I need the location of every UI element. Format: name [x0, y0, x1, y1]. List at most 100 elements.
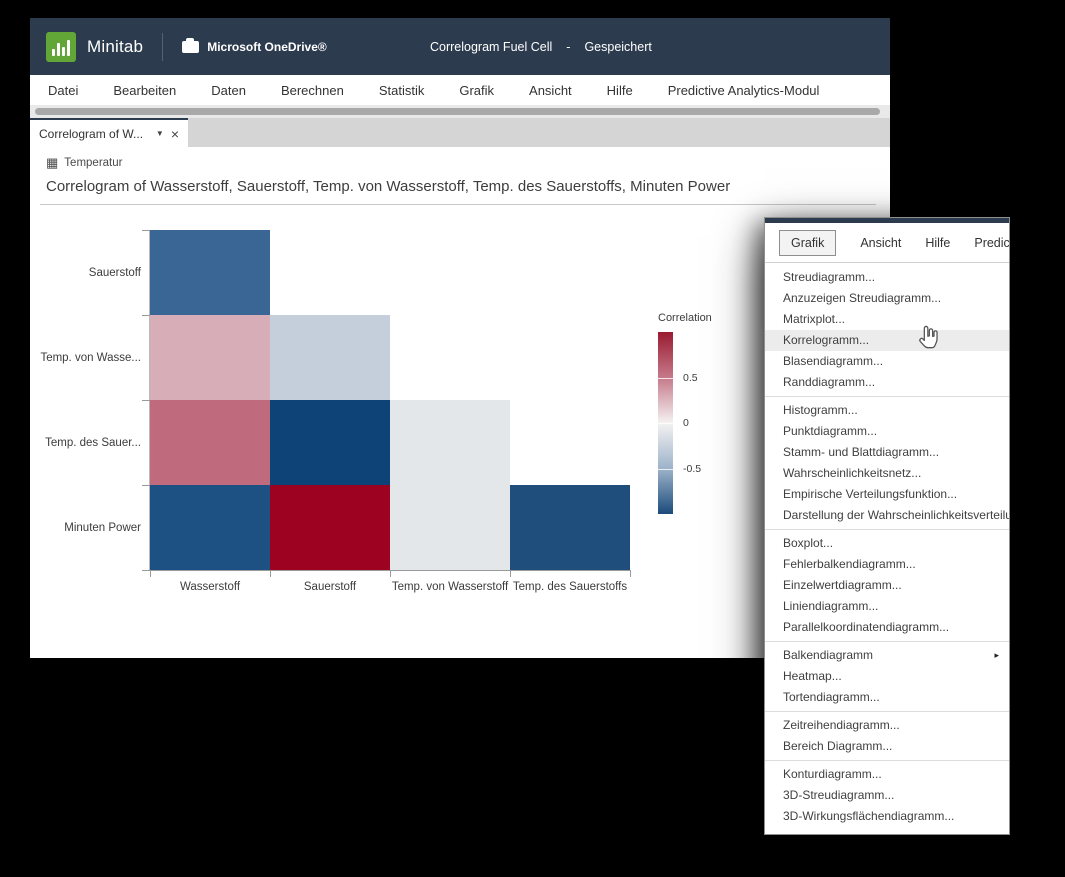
menu-item-tortendiagramm[interactable]: Tortendiagramm... [765, 687, 1009, 708]
menu-item-streudiagramm[interactable]: Streudiagramm... [765, 267, 1009, 288]
storage-label: Microsoft OneDrive® [207, 40, 327, 54]
menu-item-empirische-verteilungsfunktion[interactable]: Empirische Verteilungsfunktion... [765, 484, 1009, 505]
hand-cursor-icon [915, 324, 943, 352]
menubar-item-hilfe[interactable]: Hilfe [607, 83, 633, 98]
chevron-down-icon[interactable]: ▼ [156, 129, 164, 138]
document-name: Correlogram Fuel Cell [430, 40, 552, 54]
menu-item-blasendiagramm[interactable]: Blasendiagramm... [765, 351, 1009, 372]
chart-title: Correlogram of Wasserstoff, Sauerstoff, … [46, 178, 890, 195]
save-status: Gespeichert [584, 40, 651, 54]
menu-item-3d-streudiagramm[interactable]: 3D-Streudiagramm... [765, 785, 1009, 806]
x-axis-tick [510, 571, 511, 577]
menu-item-parallelkoordinatendiagramm[interactable]: Parallelkoordinatendiagramm... [765, 617, 1009, 638]
app-header: Minitab Microsoft OneDrive® Correlogram … [30, 18, 890, 75]
overlay-menubar-item-ansicht[interactable]: Ansicht [860, 236, 901, 250]
main-menubar: Datei Bearbeiten Daten Berechnen Statistik Gr… [30, 75, 890, 105]
legend-tick-label: 0.5 [683, 372, 698, 384]
tab-correlogram[interactable]: Correlogram of W... ▼ × [30, 118, 188, 147]
menu-separator [765, 641, 1009, 642]
app-name: Minitab [87, 37, 143, 57]
x-axis-label: Wasserstoff [180, 581, 240, 593]
corr-cell-3-2 [390, 485, 510, 570]
menu-item-darstellung-der-wahrscheinlichkeitsverteilung[interactable]: Darstellung der Wahrscheinlichkeitsverte… [765, 505, 1009, 526]
worksheet-grid-icon: ▦ [46, 156, 58, 169]
menubar-item-statistik[interactable]: Statistik [379, 83, 425, 98]
menu-item-konturdiagramm[interactable]: Konturdiagramm... [765, 764, 1009, 785]
y-axis-tick [142, 315, 150, 316]
menu-item-3d-wirkungsflächendiagramm[interactable]: 3D-Wirkungsflächendiagramm... [765, 806, 1009, 827]
correlogram-chart: SauerstoffTemp. von Wasse...Temp. des Sa… [150, 230, 630, 570]
title-dash: - [566, 40, 570, 54]
menu-separator [765, 396, 1009, 397]
menu-item-boxplot[interactable]: Boxplot... [765, 533, 1009, 554]
legend-tick-mark [658, 378, 673, 379]
overlay-menubar-item-hilfe[interactable]: Hilfe [925, 236, 950, 250]
corr-cell-2-0 [150, 400, 270, 485]
menubar-item-grafik[interactable]: Grafik [459, 83, 494, 98]
overlay-menubar-item-predictiv[interactable]: Predictiv [974, 236, 1009, 250]
corr-cell-3-0 [150, 485, 270, 570]
graph-output-panel: ▦ Temperatur Correlogram of Wasserstoff,… [30, 147, 890, 658]
menu-separator [765, 760, 1009, 761]
title-divider [40, 204, 876, 205]
menu-item-korrelogramm[interactable]: Korrelogramm... [765, 330, 1009, 351]
legend-title: Correlation [658, 312, 758, 324]
legend-tick-label: 0 [683, 417, 689, 429]
y-axis-tick [142, 230, 150, 231]
y-axis-tick [142, 400, 150, 401]
x-axis-tick [390, 571, 391, 577]
corr-cell-3-3 [510, 485, 630, 570]
menu-item-liniendiagramm[interactable]: Liniendiagramm... [765, 596, 1009, 617]
menu-item-heatmap[interactable]: Heatmap... [765, 666, 1009, 687]
menu-item-wahrscheinlichkeitsnetz[interactable]: Wahrscheinlichkeitsnetz... [765, 463, 1009, 484]
header-divider [162, 33, 163, 61]
corr-cell-2-2 [390, 400, 510, 485]
menu-item-stamm-und-blattdiagramm[interactable]: Stamm- und Blattdiagramm... [765, 442, 1009, 463]
onedrive-folder-icon [182, 41, 199, 53]
worksheet-line: ▦ Temperatur [30, 147, 890, 169]
menubar-item-datei[interactable]: Datei [48, 83, 78, 98]
overlay-menubar-item-grafik[interactable]: Grafik [779, 230, 836, 256]
menu-separator [765, 529, 1009, 530]
menu-item-bereich-diagramm[interactable]: Bereich Diagramm... [765, 736, 1009, 757]
grafik-dropdown-menu: Streudiagramm...Anzuzeigen Streudiagramm… [765, 263, 1009, 827]
y-axis-tick [142, 570, 150, 571]
legend-tick-label: -0.5 [683, 463, 701, 475]
menubar-item-predictive-analytics-modul[interactable]: Predictive Analytics-Modul [668, 83, 820, 98]
menu-item-randdiagramm[interactable]: Randdiagramm... [765, 372, 1009, 393]
menubar-item-ansicht[interactable]: Ansicht [529, 83, 572, 98]
tab-label: Correlogram of W... [39, 127, 149, 141]
horizontal-scrollbar-thumb[interactable] [35, 108, 880, 115]
corr-cell-0-0 [150, 230, 270, 315]
y-axis-label: Minuten Power [64, 522, 141, 534]
x-axis-label: Temp. von Wasserstoff [392, 581, 508, 593]
menu-separator [765, 711, 1009, 712]
menu-item-anzuzeigen-streudiagramm[interactable]: Anzuzeigen Streudiagramm... [765, 288, 1009, 309]
correlation-legend: Correlation 0.5 0 -0.5 [658, 312, 758, 514]
x-axis-label: Temp. des Sauerstoffs [513, 581, 627, 593]
y-axis-label: Sauerstoff [89, 267, 141, 279]
menubar-item-daten[interactable]: Daten [211, 83, 246, 98]
y-axis-tick [142, 485, 150, 486]
document-title: Correlogram Fuel Cell - Gespeichert [430, 18, 652, 75]
menu-item-histogramm[interactable]: Histogramm... [765, 400, 1009, 421]
close-icon[interactable]: × [171, 127, 179, 141]
tab-strip: Correlogram of W... ▼ × [30, 118, 890, 147]
menubar-item-berechnen[interactable]: Berechnen [281, 83, 344, 98]
y-axis-label: Temp. von Wasse... [40, 352, 141, 364]
menu-item-einzelwertdiagramm[interactable]: Einzelwertdiagramm... [765, 575, 1009, 596]
menu-item-matrixplot[interactable]: Matrixplot... [765, 309, 1009, 330]
x-axis-label: Sauerstoff [304, 581, 356, 593]
legend-tick-mark [658, 469, 673, 470]
grafik-menu-overlay: Grafik Ansicht Hilfe Predictiv Streudiagram… [765, 218, 1009, 834]
corr-cell-2-1 [270, 400, 390, 485]
menu-item-punktdiagramm[interactable]: Punktdiagramm... [765, 421, 1009, 442]
menubar-item-bearbeiten[interactable]: Bearbeiten [113, 83, 176, 98]
corr-cell-1-1 [270, 315, 390, 400]
menu-item-fehlerbalkendiagramm[interactable]: Fehlerbalkendiagramm... [765, 554, 1009, 575]
menu-item-zeitreihendiagramm[interactable]: Zeitreihendiagramm... [765, 715, 1009, 736]
menu-item-balkendiagramm[interactable]: Balkendiagramm▸ [765, 645, 1009, 666]
minitab-logo-icon [46, 32, 76, 62]
minitab-window: Minitab Microsoft OneDrive® Correlogram … [30, 18, 890, 658]
legend-tick-mark [658, 423, 673, 424]
